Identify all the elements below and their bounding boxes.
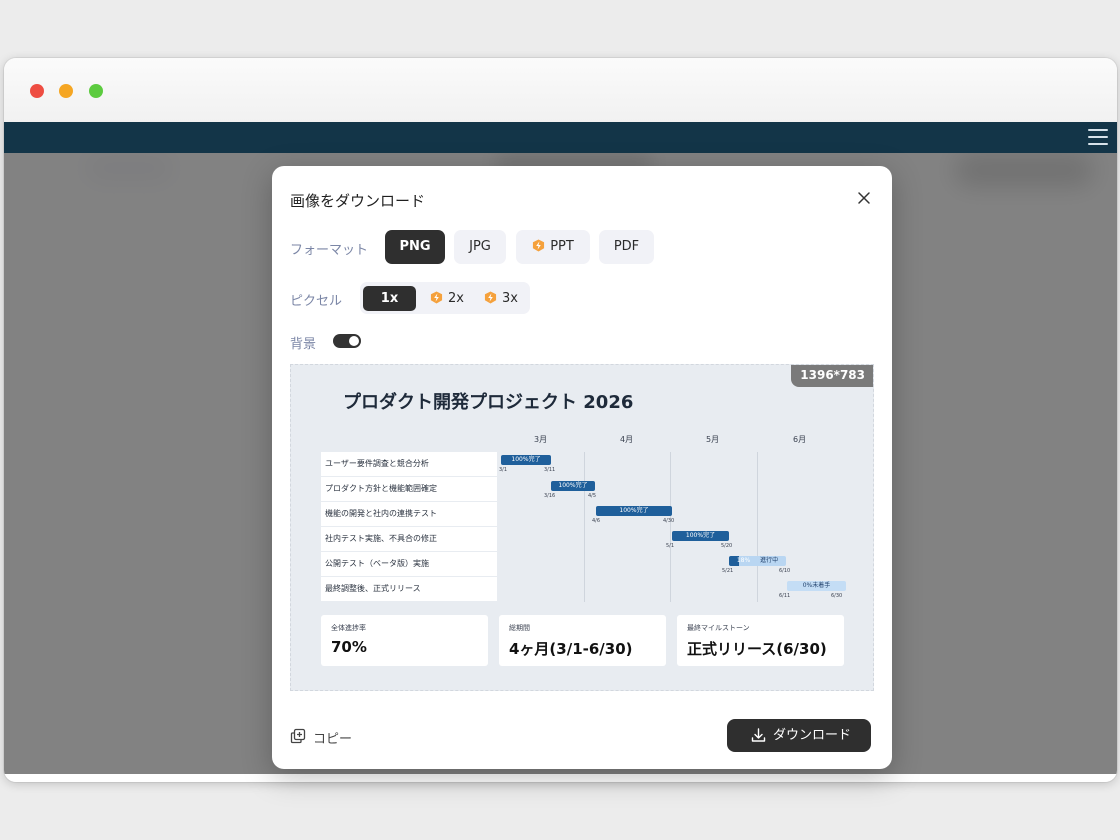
gantt-task: ユーザー要件調査と競合分析 xyxy=(321,452,497,476)
gantt-end-date: 4/5 xyxy=(588,493,597,499)
gantt-end-date: 5/20 xyxy=(721,543,733,549)
download-image-dialog: 画像をダウンロード フォーマット PNG JPG PPT PDF ピクセル 1x… xyxy=(272,166,892,769)
premium-bolt-icon xyxy=(533,239,545,252)
close-icon[interactable] xyxy=(856,190,872,206)
gantt-bar: 100%完了 xyxy=(551,481,595,491)
gantt-bar: 100%完了 xyxy=(596,506,672,516)
preview-title: プロダクト開発プロジェクト 2026 xyxy=(343,392,634,413)
format-pdf-button[interactable]: PDF xyxy=(599,230,654,264)
gantt-month: 4月 xyxy=(620,435,634,444)
pixel-3x-button[interactable]: 3x xyxy=(476,286,526,311)
copy-icon xyxy=(290,728,306,744)
gantt-start-date: 4/6 xyxy=(592,518,601,524)
gantt-chart: 100%完了 3/1 3/11 100%完了 3/16 4/5 100%完了 4… xyxy=(498,452,846,602)
gantt-task: 最終調整後、正式リリース xyxy=(321,577,497,601)
zoom-window-button[interactable] xyxy=(89,84,103,98)
gantt-start-date: 3/1 xyxy=(499,467,508,473)
download-icon xyxy=(751,728,766,742)
summary-card: 総期間 4ヶ月(3/1-6/30) xyxy=(499,615,666,666)
gantt-task: 機能の開発と社内の連携テスト xyxy=(321,502,497,526)
gantt-end-date: 3/11 xyxy=(544,467,556,473)
pixel-2x-button[interactable]: 2x xyxy=(422,286,472,311)
gantt-month: 6月 xyxy=(793,435,807,444)
gantt-month: 3月 xyxy=(534,435,548,444)
window-titlebar xyxy=(4,58,1117,122)
gantt-task-list: ユーザー要件調査と競合分析 プロダクト方針と機能範囲確定 機能の開発と社内の連携… xyxy=(321,452,497,602)
gantt-start-date: 3/16 xyxy=(544,493,556,499)
gantt-end-date: 6/10 xyxy=(779,568,791,574)
pixel-1x-button[interactable]: 1x xyxy=(363,286,416,311)
gantt-end-date: 4/30 xyxy=(663,518,675,524)
summary-card: 全体進捗率 70% xyxy=(321,615,488,666)
premium-bolt-icon xyxy=(430,291,443,304)
gantt-month: 5月 xyxy=(706,435,720,444)
format-jpg-button[interactable]: JPG xyxy=(454,230,506,264)
pixel-label: ピクセル xyxy=(290,294,343,309)
gantt-task: プロダクト方針と機能範囲確定 xyxy=(321,477,497,501)
gantt-task: 社内テスト実施、不具合の修正 xyxy=(321,527,497,551)
format-png-button[interactable]: PNG xyxy=(385,230,445,264)
image-preview: プロダクト開発プロジェクト 2026 3月 4月 5月 6月 ユーザー要件調査と… xyxy=(290,364,874,691)
background-toggle[interactable] xyxy=(333,334,361,348)
download-button[interactable]: ダウンロード xyxy=(727,719,871,752)
pixel-scale-selector: 1x 2x 3x xyxy=(360,282,530,314)
dimensions-badge: 1396*783 xyxy=(791,365,873,387)
gantt-start-date: 5/1 xyxy=(666,543,675,549)
app-header xyxy=(4,122,1117,153)
gantt-start-date: 5/21 xyxy=(722,568,734,574)
gantt-start-date: 6/11 xyxy=(779,593,791,599)
summary-card: 最終マイルストーン 正式リリース(6/30) xyxy=(677,615,844,666)
gantt-end-date: 6/30 xyxy=(831,593,843,599)
menu-icon[interactable] xyxy=(1088,129,1108,145)
gantt-bar: 0%未着手 xyxy=(787,581,846,591)
close-window-button[interactable] xyxy=(30,84,44,98)
gantt-bar: 100%完了 xyxy=(501,455,551,465)
minimize-window-button[interactable] xyxy=(59,84,73,98)
format-label: フォーマット xyxy=(290,243,369,258)
format-ppt-button[interactable]: PPT xyxy=(516,230,590,264)
dialog-title: 画像をダウンロード xyxy=(290,192,426,210)
background-label: 背景 xyxy=(290,337,317,352)
gantt-bar: 18% 進行中 xyxy=(729,556,786,566)
gantt-bar: 100%完了 xyxy=(672,531,729,541)
premium-bolt-icon xyxy=(484,291,497,304)
gantt-task: 公開テスト（ベータ版）実施 xyxy=(321,552,497,576)
